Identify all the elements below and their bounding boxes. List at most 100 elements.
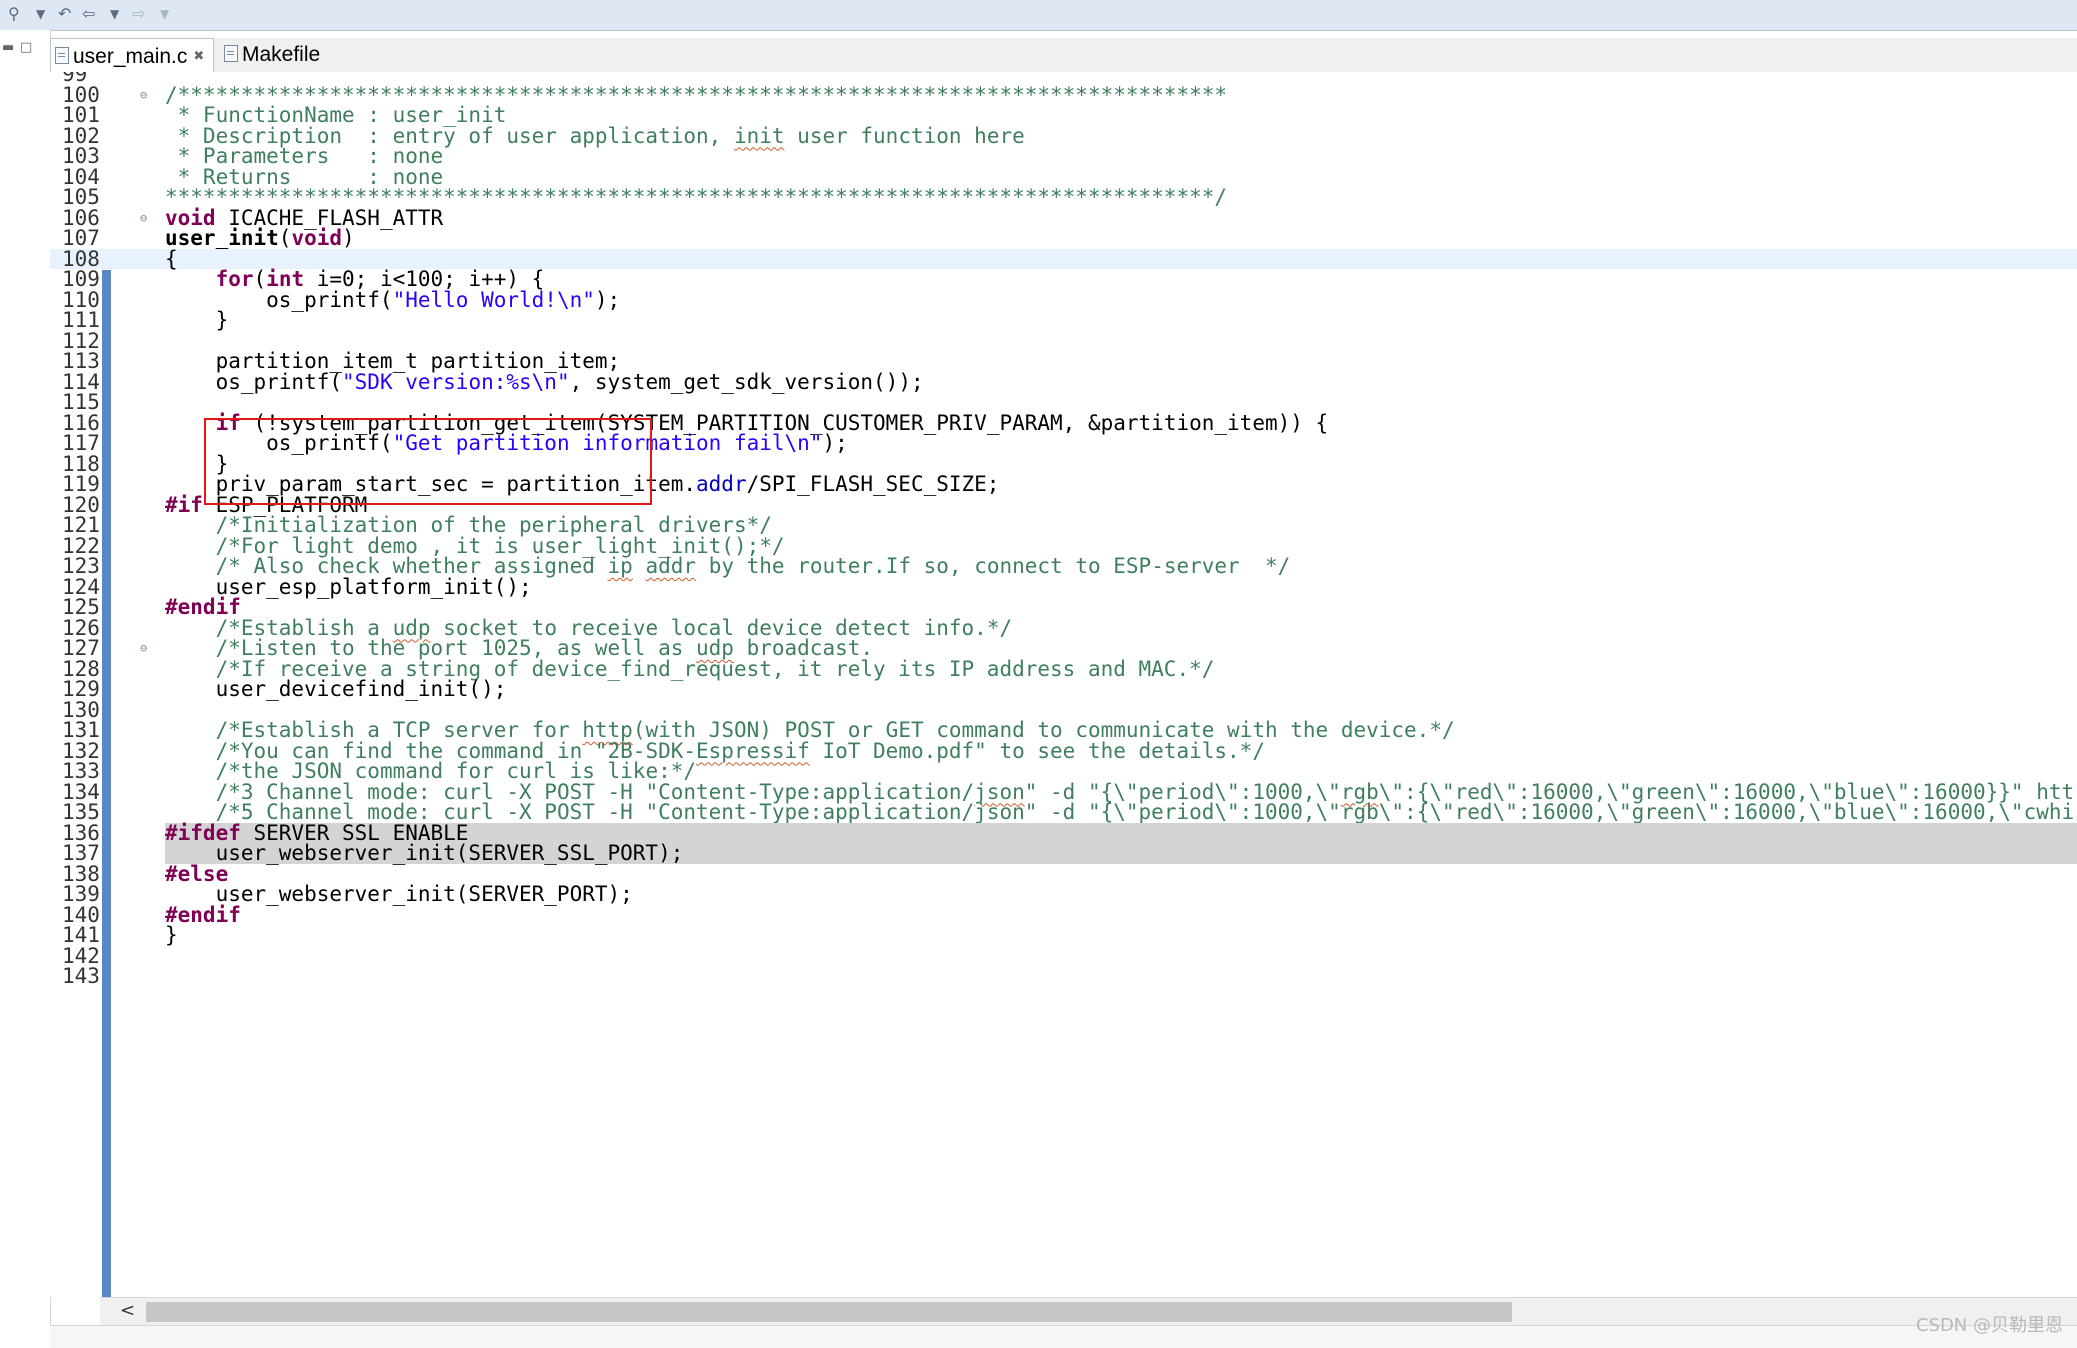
code-text: /*Listen to the port 1025, as well as ud… [165,638,2077,659]
line-number: 108 [62,246,100,271]
code-line[interactable]: 133 /*the JSON command for curl is like:… [50,761,2077,782]
code-line[interactable]: 114 os_printf("SDK version:%s\n", system… [50,369,2077,394]
code-line[interactable]: 143 [50,966,2077,987]
code-text: /*For light demo , it is user_light_init… [165,535,2077,556]
code-line[interactable]: 126 /*Establish a udp socket to receive … [50,617,2077,638]
forward-icon[interactable]: ⇨ [132,4,145,24]
code-text: /*Establish a TCP server for http(with J… [165,720,2077,741]
code-line[interactable]: 112 [50,328,2077,353]
line-number: 134 [62,779,100,804]
code-line[interactable]: 129 user_devicefind_init(); [50,679,2077,700]
code-text: * Parameters : none [165,146,2077,167]
left-panel-strip: ▬ □ [0,30,51,1347]
code-line[interactable]: 127 ⊖ /*Listen to the port 1025, as well … [50,638,2077,659]
code-text: user_webserver_init(SERVER_PORT); [165,884,2077,905]
code-line[interactable]: 106 ⊖ void ICACHE_FLASH_ATTR [50,205,2077,230]
code-token: "SDK version:%s\n" [342,369,570,394]
code-line[interactable]: 139 user_webserver_init(SERVER_PORT); [50,884,2077,905]
code-line[interactable]: 101 * FunctionName : user_init [50,105,2077,126]
code-line[interactable]: 121 /*Initialization of the peripheral d… [50,515,2077,536]
line-number: 142 [62,943,100,968]
code-line[interactable]: 111 } [50,310,2077,331]
code-line[interactable]: 132 /*You can find the command in "2B-SD… [50,740,2077,761]
scroll-thumb[interactable] [146,1302,1512,1322]
tab-label: user_main.c [73,45,188,68]
line-number: 100 [62,82,100,107]
code-line[interactable]: 142 [50,943,2077,968]
code-token: cwhi [2023,800,2075,824]
code-line[interactable]: 128 /*If receive a string of device_find… [50,658,2077,679]
code-text: /*Establish a udp socket to receive loca… [165,617,2077,638]
code-line[interactable]: 135 /*5 Channel mode: curl -X POST -H "C… [50,802,2077,823]
tab-user-main-c[interactable]: user_main.c ✖ [50,38,214,73]
code-line[interactable]: 134 /*3 Channel mode: curl -X POST -H "C… [50,779,2077,804]
fold-toggle-icon[interactable]: ⊖ [140,208,147,229]
code-line[interactable]: 122 /*For light demo , it is user_light_… [50,535,2077,556]
line-number: 127 [62,636,100,660]
code-line[interactable]: 107 user_init(void) [50,228,2077,249]
code-text: /*Initialization of the peripheral drive… [165,515,2077,536]
line-number: 117 [62,431,100,455]
code-line[interactable]: 102 * Description : entry of user applic… [50,123,2077,148]
code-text: /*If receive a string of device_find_req… [165,658,2077,679]
code-token: os_printf( [165,369,343,394]
code-line[interactable]: 123 /* Also check whether assigned ip ad… [50,556,2077,577]
maximize-icon[interactable]: □ [20,40,32,55]
code-line[interactable]: 110 os_printf("Hello World!\n"); [50,287,2077,312]
code-line[interactable]: 136 #ifdef SERVER_SSL_ENABLE [50,822,2077,843]
code-line[interactable]: 140 #endif [50,904,2077,925]
scroll-left-icon[interactable]: < [120,1300,135,1321]
code-text: } [165,925,2077,946]
code-line[interactable]: 108 { [50,246,2077,271]
code-line[interactable]: 131 /*Establish a TCP server for http(wi… [50,720,2077,741]
code-token: user_webserver_init(SERVER_SSL_PORT); [165,841,684,865]
code-line[interactable]: 104 * Returns : none [50,164,2077,189]
code-token: init [733,123,785,148]
code-line[interactable]: 115 [50,392,2077,413]
back-alt-icon[interactable]: ⇦ [82,4,95,24]
tab-makefile[interactable]: Makefile [220,38,340,72]
line-number: 109 [62,267,100,291]
code-line[interactable]: 100 ⊖ /***********************************… [50,82,2077,107]
minimize-icon[interactable]: ▬ [2,40,14,55]
code-text: /* Also check whether assigned ip addr b… [165,556,2077,577]
line-number: 137 [62,841,100,865]
code-line[interactable]: 109 for(int i=0; i<100; i++) { [50,269,2077,290]
line-number: 106 [62,205,100,230]
line-number: 120 [62,492,100,517]
code-text: user_esp_platform_init(); [165,576,2077,597]
code-token: void [291,226,343,250]
dropdown-arrow-icon[interactable]: ▼ [160,4,169,24]
code-line[interactable]: 103 * Parameters : none [50,146,2077,167]
pin-icon[interactable]: ⚲ [8,4,20,24]
annotation-box [204,418,652,505]
line-number: 112 [62,328,100,353]
code-token: rgb [1340,800,1379,824]
code-line[interactable]: 125 #endif [50,597,2077,618]
code-line[interactable]: 137 user_webserver_init(SERVER_SSL_PORT)… [50,843,2077,864]
fold-toggle-icon[interactable]: ⊖ [140,638,147,659]
line-number: 110 [62,287,100,312]
horizontal-scrollbar[interactable]: < [100,1297,2077,1326]
code-line[interactable]: 113 partition_item_t partition_item; [50,351,2077,372]
code-line[interactable]: 138 #else [50,863,2077,884]
code-line[interactable]: 105 *************************************… [50,187,2077,208]
back-icon[interactable]: ↶ [58,4,71,24]
line-number: 114 [62,369,100,394]
close-icon[interactable]: ✖ [193,48,204,63]
code-line[interactable]: 130 [50,699,2077,721]
code-line[interactable]: 141} [50,925,2077,946]
code-line[interactable]: 124 user_esp_platform_init(); [50,576,2077,597]
code-editor[interactable]: 99 100 ⊖/*********************************… [50,72,2077,1297]
line-number: 107 [62,226,100,250]
code-token: , system_get_sdk_version()); [569,369,924,394]
dropdown-arrow-icon[interactable]: ▼ [36,4,45,24]
fold-toggle-icon[interactable]: ⊖ [140,85,147,106]
line-number: 139 [62,882,100,906]
code-text: #else [165,863,2077,884]
c-file-icon [55,47,69,64]
line-number: 111 [62,308,100,332]
line-number: 135 [62,800,100,824]
dropdown-arrow-icon[interactable]: ▼ [110,4,119,24]
line-number: 104 [62,164,100,189]
